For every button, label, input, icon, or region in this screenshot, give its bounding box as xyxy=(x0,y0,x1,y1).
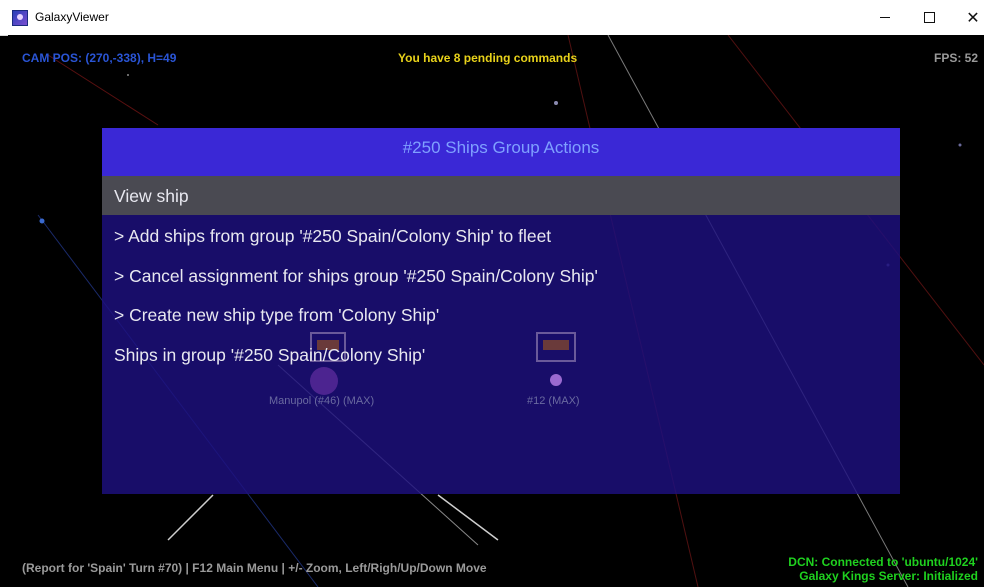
fps-counter: FPS: 52 xyxy=(933,51,978,65)
menu-item-cancel-assignment[interactable]: > Cancel assignment for ships group '#25… xyxy=(114,266,598,287)
planet-label[interactable]: #12 (MAX) xyxy=(527,395,580,407)
planet-label[interactable]: Manupol (#46) (MAX) xyxy=(269,395,374,407)
menu-item-view-ship[interactable]: View ship xyxy=(102,176,900,215)
close-icon: ✕ xyxy=(966,9,980,27)
window-title: GalaxyViewer xyxy=(35,10,109,24)
menu-item-add-to-fleet[interactable]: > Add ships from group '#250 Spain/Colon… xyxy=(114,226,551,247)
maximize-button[interactable] xyxy=(906,0,952,35)
maximize-icon xyxy=(923,12,935,23)
menu-item-ships-in-group[interactable]: Ships in group '#250 Spain/Colony Ship' xyxy=(114,345,425,366)
pending-commands-notice[interactable]: You have 8 pending commands xyxy=(398,51,577,65)
galaxy-app-icon xyxy=(12,10,28,26)
menu-item-create-ship-type[interactable]: > Create new ship type from 'Colony Ship… xyxy=(114,305,439,326)
help-status-line: (Report for 'Spain' Turn #70) | F12 Main… xyxy=(22,561,487,575)
close-button[interactable]: ✕ xyxy=(950,0,984,35)
menu-item-label: View ship xyxy=(114,186,189,206)
server-status: Galaxy Kings Server: Initialized xyxy=(799,569,978,583)
galaxy-viewport[interactable]: CAM POS: (270,-338), H=49 You have 8 pen… xyxy=(8,35,984,587)
connection-status: DCN: Connected to 'ubuntu/1024' xyxy=(788,555,978,569)
minimize-button[interactable] xyxy=(862,0,908,35)
title-bar: GalaxyViewer ✕ xyxy=(0,0,984,36)
minimize-icon xyxy=(880,17,890,18)
ships-group-actions-dialog: #250 Ships Group Actions Manupol (#46) (… xyxy=(102,128,900,494)
camera-position-readout: CAM POS: (270,-338), H=49 xyxy=(22,51,177,65)
